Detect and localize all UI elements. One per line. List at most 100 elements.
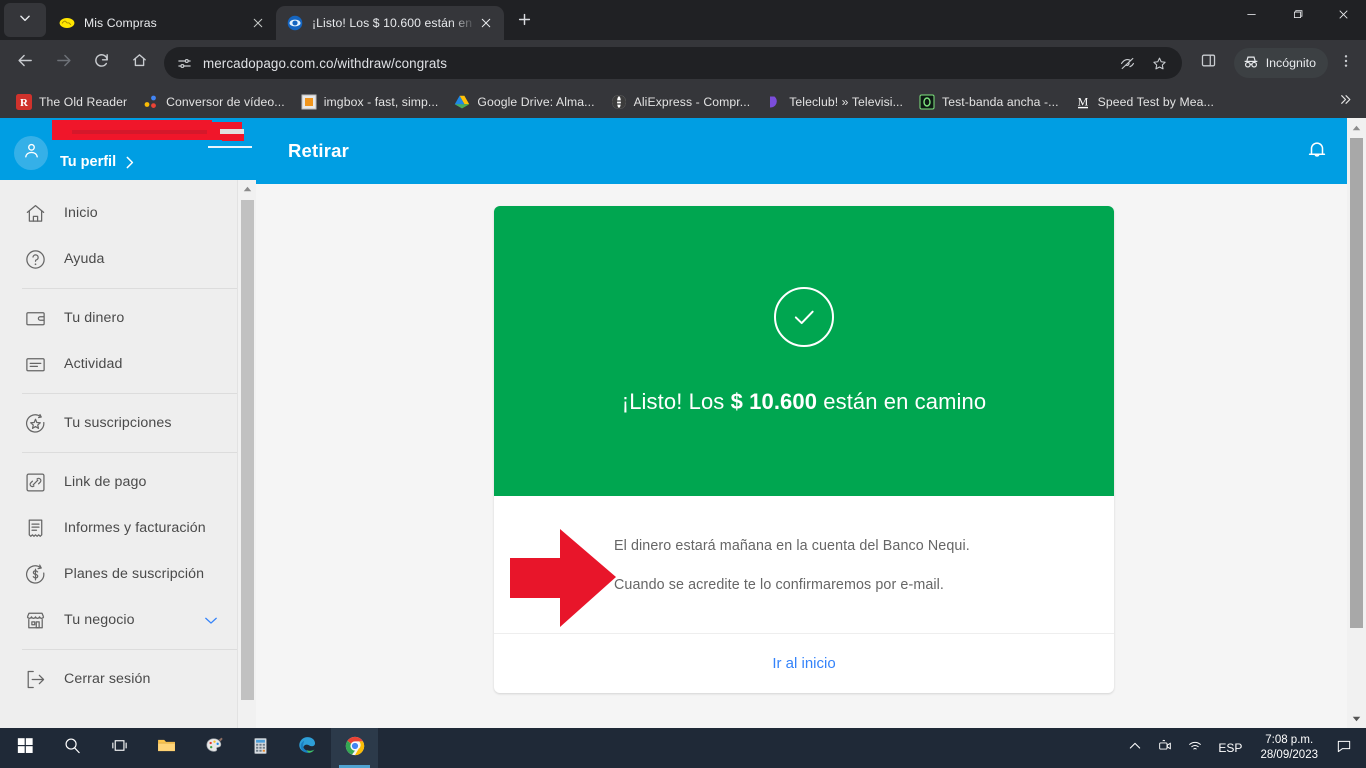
go-home-link[interactable]: Ir al inicio xyxy=(772,655,835,672)
back-button[interactable] xyxy=(9,47,41,79)
sidebar-item-planes-de-suscripcion[interactable]: Planes de suscripción xyxy=(0,551,256,597)
chevron-up-icon xyxy=(1127,738,1143,759)
scroll-down-arrow-icon[interactable] xyxy=(1347,711,1366,727)
bookmark-item[interactable]: Conversor de vídeo... xyxy=(135,90,293,114)
bookmark-item[interactable]: imgbox - fast, simp... xyxy=(293,90,447,114)
scroll-up-arrow-icon[interactable] xyxy=(1347,120,1366,136)
close-icon[interactable] xyxy=(476,13,496,33)
receipt-icon xyxy=(22,515,48,541)
network-tray-button[interactable] xyxy=(1180,728,1210,768)
sidebar-item-tu-dinero[interactable]: Tu dinero xyxy=(0,295,256,341)
speedtest-square-icon xyxy=(919,94,935,110)
tab-title: ¡Listo! Los $ 10.600 están en ca xyxy=(312,16,476,30)
profile-text: Tu perfil xyxy=(60,154,134,170)
task-view-button[interactable] xyxy=(96,728,143,768)
bookmark-label: Teleclub! » Televisi... xyxy=(789,95,904,109)
tracking-protection-icon[interactable] xyxy=(1114,49,1142,77)
profile-link-label: Tu perfil xyxy=(60,154,117,170)
home-button[interactable] xyxy=(123,47,155,79)
paint-button[interactable] xyxy=(190,728,237,768)
system-tray: ESP 7:08 p.m. 28/09/2023 xyxy=(1120,728,1364,768)
browser-window: Mis Compras ¡Listo! Los $ 10.600 están e… xyxy=(0,0,1366,768)
action-center-button[interactable] xyxy=(1328,738,1364,759)
calculator-icon xyxy=(251,736,270,761)
redacted-username xyxy=(52,120,246,144)
incognito-indicator[interactable]: Incógnito xyxy=(1233,48,1328,78)
bookmark-label: The Old Reader xyxy=(39,95,128,109)
start-button[interactable] xyxy=(2,728,49,768)
chevron-down-icon xyxy=(18,11,32,30)
address-bar[interactable]: mercadopago.com.co/withdraw/congrats xyxy=(164,47,1182,79)
new-tab-button[interactable] xyxy=(510,8,538,36)
page-scrollbar-thumb[interactable] xyxy=(1350,138,1363,628)
tab-mis-compras[interactable]: Mis Compras xyxy=(48,6,276,40)
site-settings-icon[interactable] xyxy=(174,53,194,73)
minimize-button[interactable] xyxy=(1228,0,1274,32)
tray-overflow-button[interactable] xyxy=(1120,728,1150,768)
app-sidebar: Tu perfil Inicio Ayuda Tu dinero Activid… xyxy=(0,118,256,728)
card-body: El dinero estará mañana en la cuenta del… xyxy=(494,496,1114,633)
card-footer: Ir al inicio xyxy=(494,633,1114,693)
side-panel-icon xyxy=(1200,52,1217,74)
card-hero: ¡Listo! Los $ 10.600 están en camino xyxy=(494,206,1114,496)
sidebar-item-cerrar-sesion[interactable]: Cerrar sesión xyxy=(0,656,256,702)
microsoft-edge-button[interactable] xyxy=(284,728,331,768)
side-panel-button[interactable] xyxy=(1193,47,1225,79)
chevron-right-icon xyxy=(125,156,134,169)
notifications-button[interactable] xyxy=(1302,136,1332,166)
sidebar-item-link-de-pago[interactable]: Link de pago xyxy=(0,459,256,505)
close-icon[interactable] xyxy=(248,13,268,33)
sidebar-item-tu-suscripciones[interactable]: Tu suscripciones xyxy=(0,400,256,446)
plus-icon xyxy=(518,13,531,31)
tab-search-button[interactable] xyxy=(4,3,46,37)
sidebar-item-label: Planes de suscripción xyxy=(64,566,205,582)
reload-button[interactable] xyxy=(85,47,117,79)
profile-link[interactable]: Tu perfil xyxy=(60,154,134,170)
bell-icon xyxy=(1305,137,1329,166)
google-chrome-button[interactable] xyxy=(331,728,378,768)
url-text[interactable]: mercadopago.com.co/withdraw/congrats xyxy=(203,56,447,71)
forward-button[interactable] xyxy=(47,47,79,79)
sidebar-item-label: Actividad xyxy=(64,356,123,372)
home-icon xyxy=(131,52,148,74)
incognito-label: Incógnito xyxy=(1265,56,1316,70)
sidebar-item-label: Tu suscripciones xyxy=(64,415,172,431)
windows-logo-icon xyxy=(17,737,34,759)
search-button[interactable] xyxy=(49,728,96,768)
sidebar-item-tu-negocio[interactable]: Tu negocio xyxy=(0,597,256,643)
bookmark-item[interactable]: R The Old Reader xyxy=(8,90,135,114)
close-window-button[interactable] xyxy=(1320,0,1366,32)
edge-icon xyxy=(297,735,318,761)
page-scrollbar[interactable] xyxy=(1347,118,1366,728)
file-explorer-button[interactable] xyxy=(143,728,190,768)
maximize-button[interactable] xyxy=(1274,0,1320,32)
camera-tray-button[interactable] xyxy=(1150,728,1180,768)
arrow-left-icon xyxy=(17,52,34,74)
user-avatar-icon xyxy=(22,141,41,165)
sidebar-item-ayuda[interactable]: Ayuda xyxy=(0,236,256,282)
sidebar-item-inicio[interactable]: Inicio xyxy=(0,190,256,236)
sidebar-item-actividad[interactable]: Actividad xyxy=(0,341,256,387)
sidebar-item-informes-y-facturacion[interactable]: Informes y facturación xyxy=(0,505,256,551)
sidebar-item-label: Tu negocio xyxy=(64,612,135,628)
language-indicator[interactable]: ESP xyxy=(1210,741,1250,755)
clock[interactable]: 7:08 p.m. 28/09/2023 xyxy=(1250,733,1328,763)
omnibox-actions xyxy=(1112,49,1176,77)
tab-listo-retiro[interactable]: ¡Listo! Los $ 10.600 están en ca xyxy=(276,6,504,40)
camera-icon xyxy=(1157,738,1173,759)
bookmarks-overflow-button[interactable] xyxy=(1332,90,1358,114)
speech-bubble-icon xyxy=(1336,738,1352,759)
sidebar-scrollbar-thumb[interactable] xyxy=(241,200,254,700)
bookmark-item[interactable]: Test-banda ancha -... xyxy=(911,90,1067,114)
scroll-up-arrow-icon[interactable] xyxy=(238,182,257,196)
bookmark-item[interactable]: M Speed Test by Mea... xyxy=(1067,90,1222,114)
chrome-menu-button[interactable] xyxy=(1332,47,1360,79)
bookmark-item[interactable]: Teleclub! » Televisi... xyxy=(758,90,911,114)
bookmark-item[interactable]: AliExpress - Compr... xyxy=(603,90,759,114)
chevron-down-icon[interactable] xyxy=(204,616,218,625)
bookmark-star-icon[interactable] xyxy=(1146,49,1174,77)
calculator-button[interactable] xyxy=(237,728,284,768)
sidebar-scrollbar[interactable] xyxy=(237,180,256,728)
bookmark-item[interactable]: Google Drive: Alma... xyxy=(446,90,602,114)
avatar[interactable] xyxy=(14,136,48,170)
